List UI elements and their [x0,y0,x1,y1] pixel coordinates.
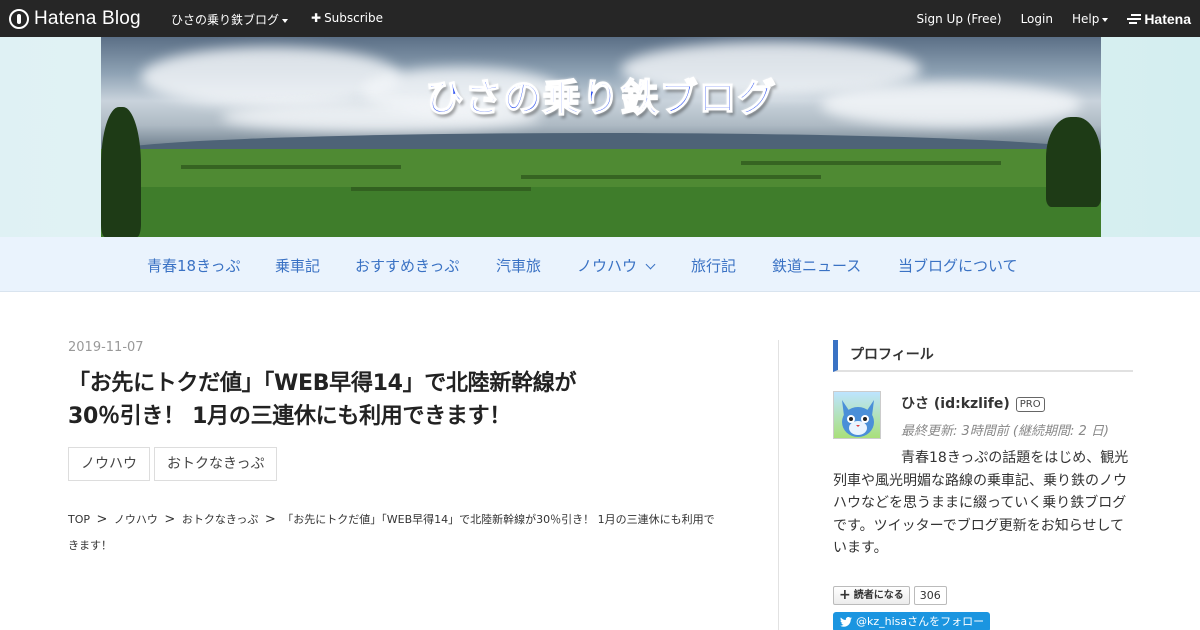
blog-header-banner[interactable]: ひさの乗り鉄ブログ [101,37,1101,237]
nav-item-knowhow[interactable]: ノウハウ [577,255,656,276]
nav-item-knowhow-label: ノウハウ [577,257,638,275]
twitter-follow-button[interactable]: @kz_hisaさんをフォロー [833,611,990,630]
hatena-blog-logo-icon [9,9,29,29]
brand-text: Hatena Blog [34,8,141,29]
reader-subscribe-row: + 読者になる 306 [833,585,1133,605]
signup-link[interactable]: Sign Up (Free) [917,12,1002,26]
nav-item-about[interactable]: 当ブログについて [898,255,1018,276]
header-right-menu: Sign Up (Free) Login Help Hatena [917,11,1200,27]
plus-icon: ✚ [311,11,322,25]
article-main: 2019-11-07 「お先にトクだ値」「WEB早得14」で北陸新幹線が 30％… [68,340,718,559]
profile-last-updated: 最終更新: 3時間前 (継続期間: 2 日) [901,424,1109,439]
breadcrumb-otoku-kippu[interactable]: おトクなきっぷ [182,513,259,526]
nav-item-tetsudo-news[interactable]: 鉄道ニュース [772,255,861,276]
reader-count[interactable]: 306 [913,585,947,605]
sidebar: プロフィール ひさ (id:kzlife) PRO 最終更新: 3時間前 (継続期… [833,340,1133,630]
entry-categories: ノウハウ おトクなきっぷ [68,447,718,481]
nav-item-seishun18[interactable]: 青春18きっぷ [147,255,241,276]
profile-card: ひさ (id:kzlife) PRO 最終更新: 3時間前 (継続期間: 2 日) [833,391,1133,447]
profile-heading: プロフィール [833,340,1133,372]
hatena-blog-brand[interactable]: Hatena Blog [9,8,141,30]
nav-item-ryokouki[interactable]: 旅行記 [691,255,736,276]
login-link[interactable]: Login [1021,12,1053,26]
breadcrumb-top[interactable]: TOP [68,513,90,526]
twitter-follow-label: @kz_hisaさんをフォロー [856,614,985,628]
hatena-logo-link[interactable]: Hatena [1127,11,1191,27]
entry-date[interactable]: 2019-11-07 [68,340,718,355]
become-reader-button[interactable]: + 読者になる [833,585,910,605]
profile-name-text: ひさ (id:kzlife) [901,396,1010,412]
subscribe-button[interactable]: ✚ Subscribe [311,11,383,25]
breadcrumb: TOP > ノウハウ > おトクなきっぷ > 「お先にトクだ値」「WEB早得14… [68,507,718,559]
help-label: Help [1071,12,1100,26]
nav-item-kishatabi[interactable]: 汽車旅 [496,255,541,276]
category-tag[interactable]: おトクなきっぷ [154,447,278,481]
entry-title-line1: 「お先にトクだ値」「WEB早得14」で北陸新幹線が [68,371,577,396]
category-tag[interactable]: ノウハウ [68,447,150,481]
column-divider [778,340,779,630]
pro-badge: PRO [1015,397,1045,412]
entry-title-line2: 30％引き！ 1月の三連休にも利用できます！ [68,404,511,429]
hatena-global-header: Hatena Blog ひさの乗り鉄ブログ ✚ Subscribe Sign Up… [0,0,1200,37]
entry-title[interactable]: 「お先にトクだ値」「WEB早得14」で北陸新幹線が 30％引き！ 1月の三連休に… [68,367,718,433]
profile-name[interactable]: ひさ (id:kzlife) PRO [901,393,1045,413]
become-reader-label: 読者になる [853,589,904,601]
breadcrumb-separator: > [96,512,108,527]
subscribe-label: Subscribe [324,11,384,25]
category-navigation: 青春18きっぷ 乗車記 おすすめきっぷ 汽車旅 ノウハウ 旅行記 鉄道ニュース … [0,237,1200,292]
profile-description: 青春18きっぷの話題をはじめ、観光列車や風光明媚な路線の乗車記、乗り鉄のノウハウ… [833,450,1129,556]
hatena-logo-text: Hatena [1144,11,1191,27]
breadcrumb-separator: > [164,512,176,527]
blog-menu-dropdown[interactable]: ひさの乗り鉄ブログ [171,11,289,28]
blog-menu-label: ひさの乗り鉄ブログ [171,13,280,27]
cat-avatar-icon [842,400,874,437]
breadcrumb-separator: > [264,512,276,527]
caret-down-icon [1102,17,1109,22]
breadcrumb-knowhow[interactable]: ノウハウ [114,513,158,526]
caret-down-icon [282,18,289,23]
nav-item-osusume-kippu[interactable]: おすすめきっぷ [355,255,459,276]
twitter-bird-icon [840,616,852,627]
avatar[interactable] [833,391,881,439]
plus-icon: + [839,586,851,603]
hatena-logo-icon [1127,14,1142,24]
nav-item-jyoshaki[interactable]: 乗車記 [275,255,320,276]
help-dropdown[interactable]: Help [1071,12,1109,26]
chevron-down-icon [645,259,656,270]
blog-title[interactable]: ひさの乗り鉄ブログ [101,67,1101,122]
